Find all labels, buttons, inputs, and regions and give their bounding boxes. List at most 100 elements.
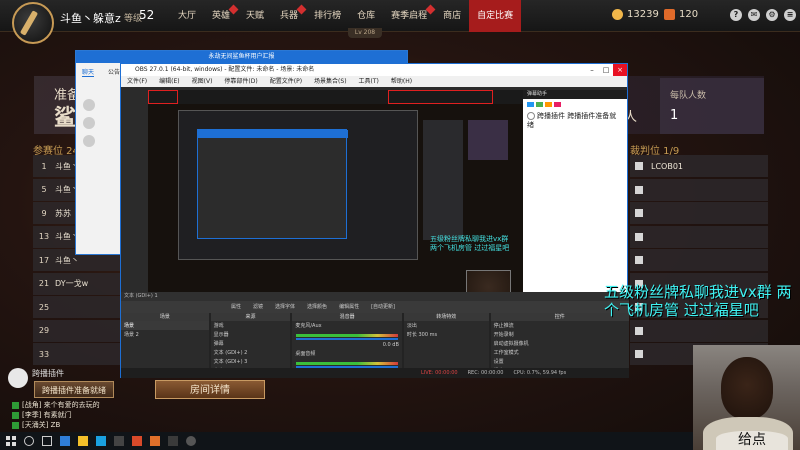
obs-menu-item[interactable]: 文件(F): [127, 76, 147, 87]
obs-dock[interactable]: 混音器麦克风/Aux0.0 dB桌面音频-2.5 dB: [292, 313, 402, 376]
chat-line-text: [李季] 有素就门: [22, 411, 72, 419]
windows-start-icon[interactable]: [6, 436, 16, 446]
obs-dock-item[interactable]: 文本 (GDI+) 3: [211, 357, 291, 366]
minimize-icon[interactable]: –: [585, 64, 599, 76]
search-icon[interactable]: [24, 436, 34, 446]
maximize-icon[interactable]: □: [599, 64, 613, 76]
nav-item-label: 自定比赛: [477, 11, 514, 21]
obs-window[interactable]: OBS 27.0.1 (64-bit, windows) - 配置文件: 未命名…: [120, 63, 630, 378]
obs-dock[interactable]: 场景 场景 场景 2: [121, 313, 209, 368]
obs-dock-title: 混音器: [292, 313, 402, 321]
app-icon[interactable]: [96, 436, 106, 446]
folder-icon[interactable]: [78, 436, 88, 446]
obs-menu-item[interactable]: 配置文件(P): [270, 76, 302, 87]
nav-item[interactable]: 商店: [435, 0, 469, 32]
obs-dock-item[interactable]: 时长 300 ms: [404, 330, 489, 339]
danmaku-tool-icon[interactable]: [536, 102, 543, 107]
obs-dock-item[interactable]: 场景: [121, 321, 209, 330]
team-count-box[interactable]: 每队人数 1: [660, 78, 764, 134]
close-icon[interactable]: ×: [613, 64, 627, 76]
obs-dock-item[interactable]: 开始录制: [491, 330, 629, 339]
tab-notice[interactable]: 公告: [108, 67, 120, 77]
preview-nested-titlebar: [198, 130, 348, 138]
obs-icon[interactable]: [186, 436, 196, 446]
source-toolbar-button[interactable]: 滤镜: [253, 301, 263, 313]
settings-icon[interactable]: ⚙: [766, 9, 778, 21]
player-slot-row[interactable]: 33: [33, 343, 123, 365]
preview-panel: [468, 120, 508, 160]
plugin-ready-button[interactable]: 跨播插件准备就绪: [34, 381, 114, 398]
referee-icon: [635, 209, 643, 217]
source-toolbar-button[interactable]: 编辑属性: [339, 301, 359, 313]
obs-menu-item[interactable]: 停靠部件(D): [224, 76, 257, 87]
nav-item[interactable]: 兵器: [272, 0, 307, 32]
mail-icon[interactable]: ✉: [748, 9, 760, 21]
source-toolbar: 属性 滤镜 选择字体 选择颜色 编辑属性 [自动更新]: [121, 301, 629, 313]
obs-dock-item[interactable]: 启动虚拟摄像机: [491, 339, 629, 348]
tab-chat[interactable]: 聊天: [82, 67, 95, 77]
player-slot-row[interactable]: 29: [33, 319, 123, 342]
obs-dock-item[interactable]: 文本 (GDI+) 2: [211, 348, 291, 357]
nav-item[interactable]: 排行榜: [306, 0, 349, 32]
gem-icon: [664, 9, 675, 20]
obs-dock-item[interactable]: 工作室模式: [491, 348, 629, 357]
volume-slider[interactable]: [296, 338, 398, 340]
task-view-icon[interactable]: [42, 436, 52, 446]
danmaku-tool-icon[interactable]: [527, 102, 534, 107]
app-icon[interactable]: [168, 436, 178, 446]
obs-dock-title: 来源: [210, 313, 291, 321]
referee-slot-row[interactable]: [630, 249, 768, 271]
obs-menu-item[interactable]: 帮助(H): [391, 76, 412, 87]
source-toolbar-button[interactable]: 选择颜色: [307, 301, 327, 313]
obs-preview[interactable]: 五级粉丝牌私聊我进vx群 两个飞机房管 过过福星吧 给点: [148, 90, 523, 315]
obs-dock-item[interactable]: 停止推流: [491, 321, 629, 330]
preview-overlay-text: 五级粉丝牌私聊我进vx群 两个飞机房管 过过福星吧: [430, 235, 510, 252]
danmaku-tool-icon[interactable]: [554, 102, 561, 107]
referee-slots-list: LCOB01: [630, 155, 768, 367]
source-toolbar-button[interactable]: [自动更新]: [371, 301, 395, 313]
audio-level-meter: [296, 334, 398, 337]
nav-item[interactable]: 赛季启程: [383, 0, 436, 32]
obs-dock-item[interactable]: 显示器: [211, 330, 291, 339]
obs-dock-item[interactable]: 麦克风/Aux: [292, 321, 402, 330]
obs-dock-item[interactable]: 设置: [491, 357, 629, 366]
referee-slot-row[interactable]: [630, 202, 768, 224]
source-toolbar-button[interactable]: 属性: [231, 301, 241, 313]
menu-icon[interactable]: ≡: [784, 9, 796, 21]
player-slot-row[interactable]: 25: [33, 296, 123, 318]
obs-dock-item[interactable]: 桌面音频: [292, 349, 402, 358]
obs-menu-item[interactable]: 编辑(E): [159, 76, 179, 87]
obs-dock-item[interactable]: 游戏: [211, 321, 291, 330]
edge-icon[interactable]: [60, 436, 70, 446]
referee-slot-row[interactable]: LCOB01: [630, 155, 768, 177]
referee-slot-row[interactable]: [630, 178, 768, 201]
nav-item[interactable]: 天赋: [238, 0, 272, 32]
app-icon[interactable]: [114, 436, 124, 446]
app-icon[interactable]: [132, 436, 142, 446]
obs-menu-item[interactable]: 工具(T): [359, 76, 379, 87]
nav-item[interactable]: 大厅: [170, 0, 204, 32]
obs-dock[interactable]: 来源游戏显示器弹幕文本 (GDI+) 2文本 (GDI+) 3文本 (GDI+)…: [210, 313, 291, 374]
nav-item[interactable]: 英雄: [204, 0, 239, 32]
obs-menu-item[interactable]: 视图(V): [192, 76, 213, 87]
help-icon[interactable]: ?: [730, 9, 742, 21]
currency-gold: 13239: [612, 9, 659, 20]
referee-slot-row[interactable]: [630, 319, 768, 342]
obs-dock-item[interactable]: 淡出: [404, 321, 489, 330]
player-slot-row[interactable]: 21 DY一戈w: [33, 272, 123, 295]
nav-item-label: 英雄: [212, 11, 231, 21]
app-icon[interactable]: [150, 436, 160, 446]
nav-item[interactable]: 自定比赛: [469, 0, 522, 32]
obs-dock-item[interactable]: 弹幕: [211, 339, 291, 348]
room-details-button[interactable]: 房间详情: [155, 380, 265, 399]
obs-dock-item[interactable]: 场景 2: [121, 330, 209, 339]
danmaku-tool-icon[interactable]: [545, 102, 552, 107]
source-toolbar-button[interactable]: 选择字体: [275, 301, 295, 313]
obs-status-bar: LIVE: 00:00:00 REC: 00:00:00 CPU: 0.7%, …: [121, 368, 629, 378]
obs-dock[interactable]: 转场特效 淡出 时长 300 ms: [403, 313, 489, 368]
player-avatar[interactable]: [12, 2, 54, 44]
danmaku-dock[interactable]: 弹幕助手 跨播插件 跨播插件准备就绪: [523, 90, 627, 315]
obs-menu-item[interactable]: 场景集合(S): [314, 76, 347, 87]
obs-dock[interactable]: 控件停止推流开始录制启动虚拟摄像机工作室模式设置退出: [490, 313, 630, 374]
referee-slot-row[interactable]: [630, 225, 768, 248]
